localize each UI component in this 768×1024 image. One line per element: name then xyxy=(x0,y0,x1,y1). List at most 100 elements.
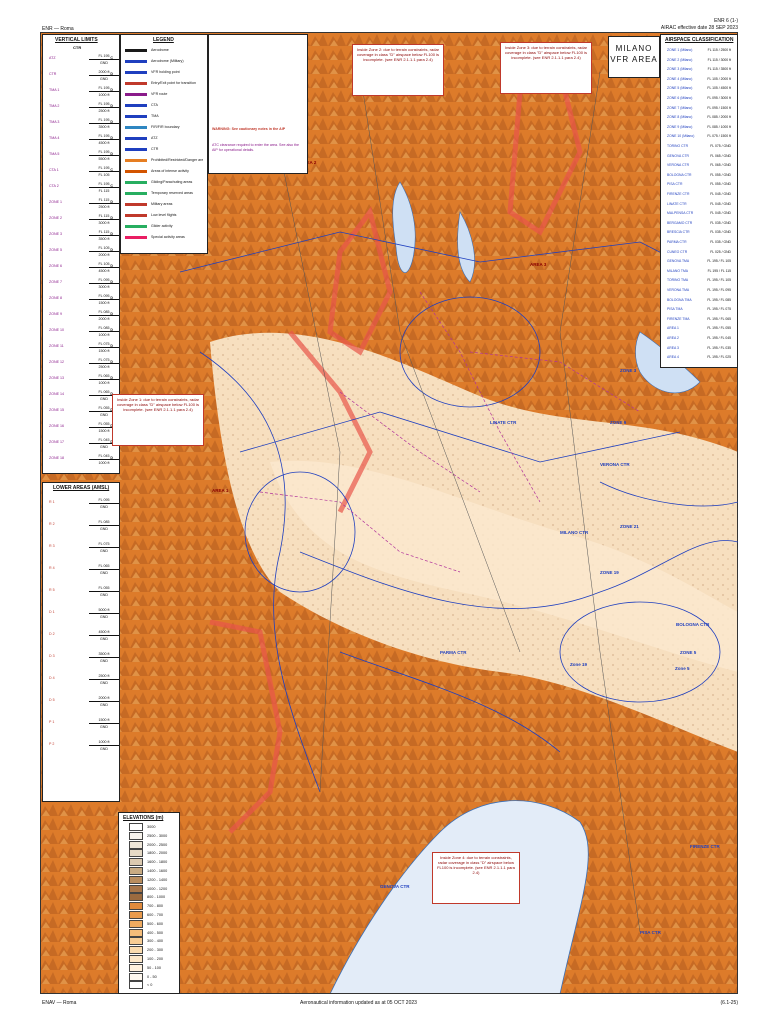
lower-area-fraction: 5000 ft GND xyxy=(89,607,119,620)
map-label: BOLOGNA CTR xyxy=(676,622,710,627)
vertical-limit-row: ZONE 14FL 065GNDD xyxy=(47,389,119,401)
airspace-class-limits: FL 195 / FL 075 xyxy=(707,307,731,312)
lower-area-bottom: GND xyxy=(100,681,108,685)
elevation-label: 50 - 100 xyxy=(147,965,161,970)
airspace-class-limits: FL 115 / 3500 ft xyxy=(707,67,731,72)
lower-area-label: D 4 xyxy=(49,676,55,680)
elevation-label: 800 - 1000 xyxy=(147,895,166,900)
map-label: PARMA CTR xyxy=(440,650,467,655)
legend-label: Aerodrome (Military) xyxy=(151,59,184,63)
legend-symbol xyxy=(125,169,147,173)
vertical-limit-label: ZONE 6 xyxy=(49,264,62,268)
legend-item: Glider activity xyxy=(125,223,203,230)
vertical-limit-row: TMA 5 FL 195 5500 ft D xyxy=(47,149,119,161)
map-label: ZONE 21 xyxy=(620,524,639,529)
legend-item: Temporary reserved areas xyxy=(125,190,203,197)
airspace-class-label: ZONE 4 (Milano) xyxy=(667,76,693,81)
airspace-class-label: PISA TMA xyxy=(667,307,683,312)
vertical-limit-row: ZONE 8 FL 095 1500 ft D xyxy=(47,293,119,305)
legend-item: Entry/Exit point for transition xyxy=(125,80,203,87)
legend-title: LEGEND xyxy=(153,37,174,43)
airspace-class-label: AREA 4 xyxy=(667,355,679,360)
vertical-limit-bottom: 2000 ft xyxy=(98,317,110,321)
vertical-limit-label: ZONE 2 xyxy=(49,216,62,220)
vertical-limit-fraction: FL 115 3500 ft xyxy=(89,229,119,242)
vertical-limit-class: D xyxy=(110,328,113,332)
vertical-limit-class: D xyxy=(110,344,113,348)
vertical-limit-fraction: FL 095 3000 ft xyxy=(89,277,119,290)
airspace-class-label: AREA 2 xyxy=(667,336,679,340)
legend-symbol xyxy=(125,136,147,140)
elevation-swatch xyxy=(129,840,143,849)
airspace-class-limits: FL 195 / FL 105 xyxy=(707,259,731,264)
lower-area-fraction: 2500 ft GND xyxy=(89,673,119,686)
airspace-class-row: ZONE 6 (Milano) FL 095 / 3000 ft xyxy=(667,95,731,102)
legend-symbol xyxy=(125,48,147,52)
lower-area-label: D 3 xyxy=(49,654,55,658)
legend-symbol xyxy=(125,81,147,85)
elevation-swatch xyxy=(129,946,143,955)
lower-area-row: D 5 2000 ft GND xyxy=(47,695,119,707)
vertical-limit-label: ZONE 13 xyxy=(49,376,64,380)
vertical-limit-class: D xyxy=(110,248,113,252)
airspace-class-label: ZONE 5 (Milano) xyxy=(667,86,693,91)
vertical-limit-row: ZONE 17FL 045GNDD xyxy=(47,437,119,449)
vertical-limit-fraction: FL 195 GND xyxy=(89,53,119,66)
vertical-limit-bottom: 1000 ft xyxy=(98,333,110,337)
airspace-class-limits: FL 045 / GND xyxy=(710,211,731,216)
vertical-limit-label: ZONE 18 xyxy=(49,456,64,460)
airspace-class-row: MALPENSA CTR FL 045 / GND xyxy=(667,210,731,217)
lower-area-fraction: 3500 ft GND xyxy=(89,651,119,664)
vertical-limit-row: ATZ FL 195 GND C xyxy=(47,53,119,65)
airspace-class-limits: FL 065 / GND xyxy=(710,153,731,158)
lower-area-bottom: GND xyxy=(100,571,108,575)
lower-area-row: R 1 FL 095 GND xyxy=(47,497,119,509)
lower-area-bottom: GND xyxy=(100,637,108,641)
airspace-class-limits: FL 195 / FL 085 xyxy=(707,297,731,302)
legend-symbol xyxy=(125,158,147,162)
airspace-class-label: ZONE 9 (Milano) xyxy=(667,124,693,129)
vertical-limit-fraction: FL 195 3500 ft xyxy=(89,117,119,130)
airspace-class-row: ZONE 8 (Milano) FL 085 / 2000 ft xyxy=(667,114,731,121)
vertical-limit-bottom: 1500 ft xyxy=(98,349,110,353)
airspace-class-label: ZONE 7 (Milano) xyxy=(667,105,693,110)
airspace-classification-panel: AIRSPACE CLASSIFICATION ZONE 1 (Milano) … xyxy=(660,34,738,368)
airspace-class-label: ZONE 8 (Milano) xyxy=(667,115,693,120)
elevation-row: 1400 - 1600 xyxy=(129,867,167,875)
legend-symbol xyxy=(125,125,147,129)
vertical-limit-row: ZONE 3 FL 115 3500 ft D xyxy=(47,229,119,241)
lower-area-bottom: GND xyxy=(100,593,108,597)
vertical-limit-class: C xyxy=(110,168,113,172)
vertical-limit-class: D xyxy=(110,312,113,316)
lower-area-fraction: 4500 ft GND xyxy=(89,629,119,642)
airspace-class-label: BERGAMO CTR xyxy=(667,220,693,225)
airspace-class-label: MALPENSA CTR xyxy=(667,211,694,216)
airspace-class-label: ZONE 10 (Milano) xyxy=(667,134,695,139)
legend-item: Aerodrome xyxy=(125,47,203,54)
map-label: ZONE 19 xyxy=(600,570,619,575)
elevation-label: 1000 - 1200 xyxy=(147,886,168,891)
legend-item: FIR/FIR boundary xyxy=(125,124,203,131)
airspace-class-limits: FL 075 / GND xyxy=(710,144,731,148)
elevation-label: 2000 - 2500 xyxy=(147,842,168,847)
legend-symbol xyxy=(125,224,147,228)
elevation-label: < 0 xyxy=(147,983,153,988)
elevation-row: 1800 - 2000 xyxy=(129,849,167,858)
vertical-limit-bottom: GND xyxy=(100,61,108,65)
vertical-limit-fraction: FL 105 4500 ft xyxy=(89,261,119,274)
elevation-swatch xyxy=(129,902,143,911)
airspace-class-limits: FL 095 / 1500 ft xyxy=(707,105,731,110)
airspace-class-limits: FL 195 / FL 035 xyxy=(707,345,731,350)
airspace-class-label: BRESCIA CTR xyxy=(667,230,690,235)
elevation-row: 800 - 1000 xyxy=(129,893,166,902)
lower-area-row: R 5 FL 055 GND xyxy=(47,585,119,597)
vertical-limit-fraction: FL 195 FL 115 xyxy=(89,181,119,194)
airspace-class-limits: FL 055 / GND xyxy=(710,182,731,187)
lower-area-row: R 4 FL 065 GND xyxy=(47,563,119,575)
vertical-limit-class: D xyxy=(110,200,113,204)
elevation-label: 400 - 500 xyxy=(147,930,164,935)
lower-area-bottom: GND xyxy=(100,703,108,707)
elevation-swatch xyxy=(129,893,143,902)
elevation-row: 3000 xyxy=(129,823,155,831)
legend-item: Areas of intense activity xyxy=(125,168,203,175)
